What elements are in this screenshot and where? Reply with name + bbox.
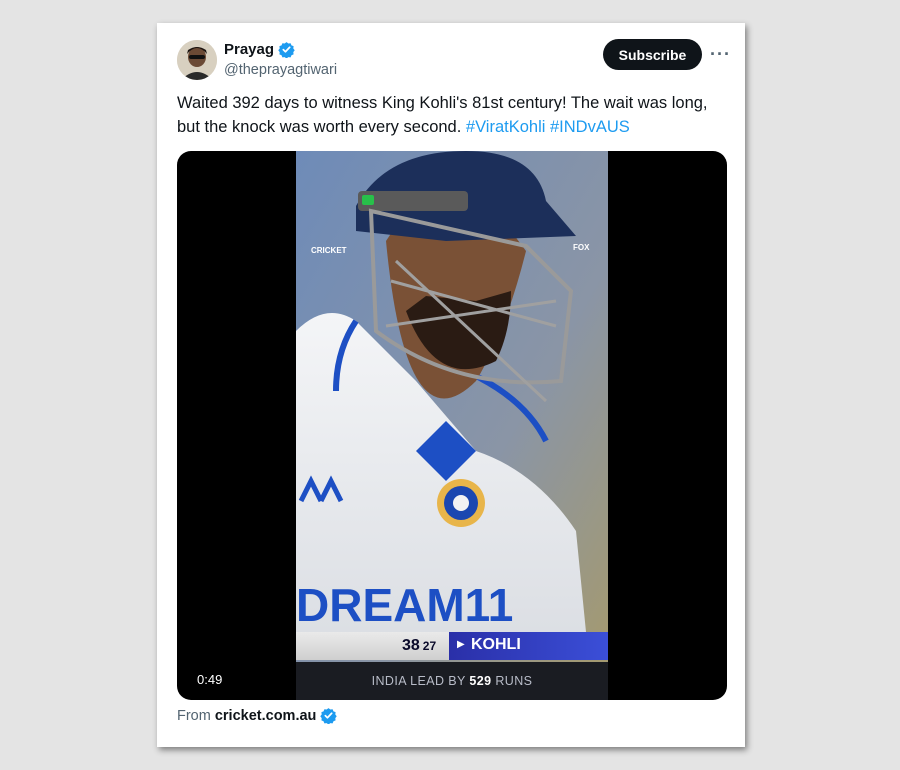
- verified-badge-icon: [320, 707, 338, 725]
- hashtag-link[interactable]: #INDvAUS: [550, 118, 630, 136]
- runs-value: 38: [402, 637, 420, 654]
- lead-suffix: RUNS: [495, 674, 533, 688]
- lead-prefix: INDIA LEAD BY: [371, 674, 466, 688]
- source-link[interactable]: cricket.com.au: [215, 708, 317, 724]
- source-row: From cricket.com.au: [177, 707, 338, 725]
- video-player[interactable]: DREAM11 CRICKET FOX 38 27 ▶ KOHLI INDIA …: [177, 151, 727, 700]
- user-handle[interactable]: @theprayagtiwari: [224, 62, 337, 78]
- balls-value: 27: [422, 639, 437, 653]
- avatar[interactable]: [177, 40, 217, 80]
- tweet-text: Waited 392 days to witness King Kohli's …: [177, 91, 732, 139]
- display-name[interactable]: Prayag: [224, 41, 274, 58]
- fox-logo: FOX: [573, 243, 590, 252]
- hashtag-link[interactable]: #ViratKohli: [466, 118, 546, 136]
- video-thumbnail: DREAM11: [296, 151, 608, 700]
- cricket-logo: CRICKET: [311, 246, 347, 255]
- lead-runs: 529: [469, 674, 492, 688]
- video-duration: 0:49: [197, 672, 223, 687]
- tweet-card: Prayag @theprayagtiwari Subscribe ··· Wa…: [157, 23, 745, 747]
- lead-bar: INDIA LEAD BY 529 RUNS: [296, 662, 608, 700]
- batter-name: KOHLI: [471, 636, 521, 653]
- from-label: From: [177, 707, 211, 724]
- jersey-sponsor-text: DREAM11: [296, 579, 513, 631]
- score-runs: 38 27: [402, 637, 436, 655]
- subscribe-button[interactable]: Subscribe: [603, 39, 702, 70]
- verified-badge-icon: [278, 41, 295, 59]
- play-arrow-icon: ▶: [457, 639, 465, 650]
- video-frame[interactable]: DREAM11 CRICKET FOX 38 27 ▶ KOHLI INDIA …: [296, 151, 608, 700]
- lead-text: INDIA LEAD BY 529 RUNS: [296, 674, 608, 688]
- more-options-icon[interactable]: ···: [710, 44, 731, 65]
- batter-box: ▶ KOHLI: [449, 632, 608, 660]
- name-row[interactable]: Prayag: [224, 41, 295, 59]
